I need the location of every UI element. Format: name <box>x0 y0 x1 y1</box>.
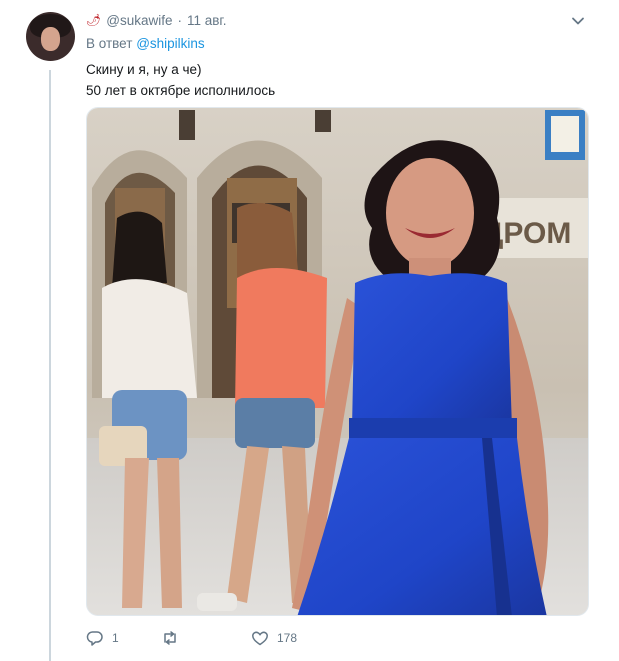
tweet-text-line: 50 лет в октябре исполнилось <box>86 83 276 98</box>
tweet-text: Скину и я, ну а че) 50 лет в октябре исп… <box>86 59 275 101</box>
tweet-header: 🌶 @sukawife · 11 авг. <box>86 11 226 29</box>
like-button[interactable]: 178 <box>251 629 297 647</box>
reply-mention-link[interactable]: @shipilkins <box>136 36 204 51</box>
heart-icon <box>252 631 268 646</box>
like-count: 178 <box>277 631 298 645</box>
thread-connector-line <box>49 70 51 661</box>
reply-icon <box>86 631 103 646</box>
tweet-text-line: Скину и я, ну а че) <box>86 62 202 77</box>
avatar-face <box>41 27 60 51</box>
user-handle[interactable]: @sukawife <box>106 13 172 28</box>
reply-button[interactable]: 1 <box>86 629 161 647</box>
chevron-down-icon[interactable] <box>571 14 585 28</box>
tweet-date[interactable]: 11 авг. <box>187 13 226 28</box>
reply-prefix: В ответ <box>86 36 133 51</box>
reply-count: 1 <box>112 631 119 645</box>
separator-dot: · <box>177 12 182 28</box>
retweet-button[interactable] <box>161 629 251 647</box>
photo-image: ДРОМ <box>87 108 588 615</box>
retweet-icon <box>164 631 176 645</box>
reply-context: В ответ @shipilkins <box>86 36 205 51</box>
tweet-photo[interactable]: ДРОМ <box>86 107 589 616</box>
avatar[interactable] <box>26 12 75 61</box>
chili-icon: 🌶 <box>86 13 102 27</box>
tweet-actions: 1 178 <box>86 627 297 649</box>
